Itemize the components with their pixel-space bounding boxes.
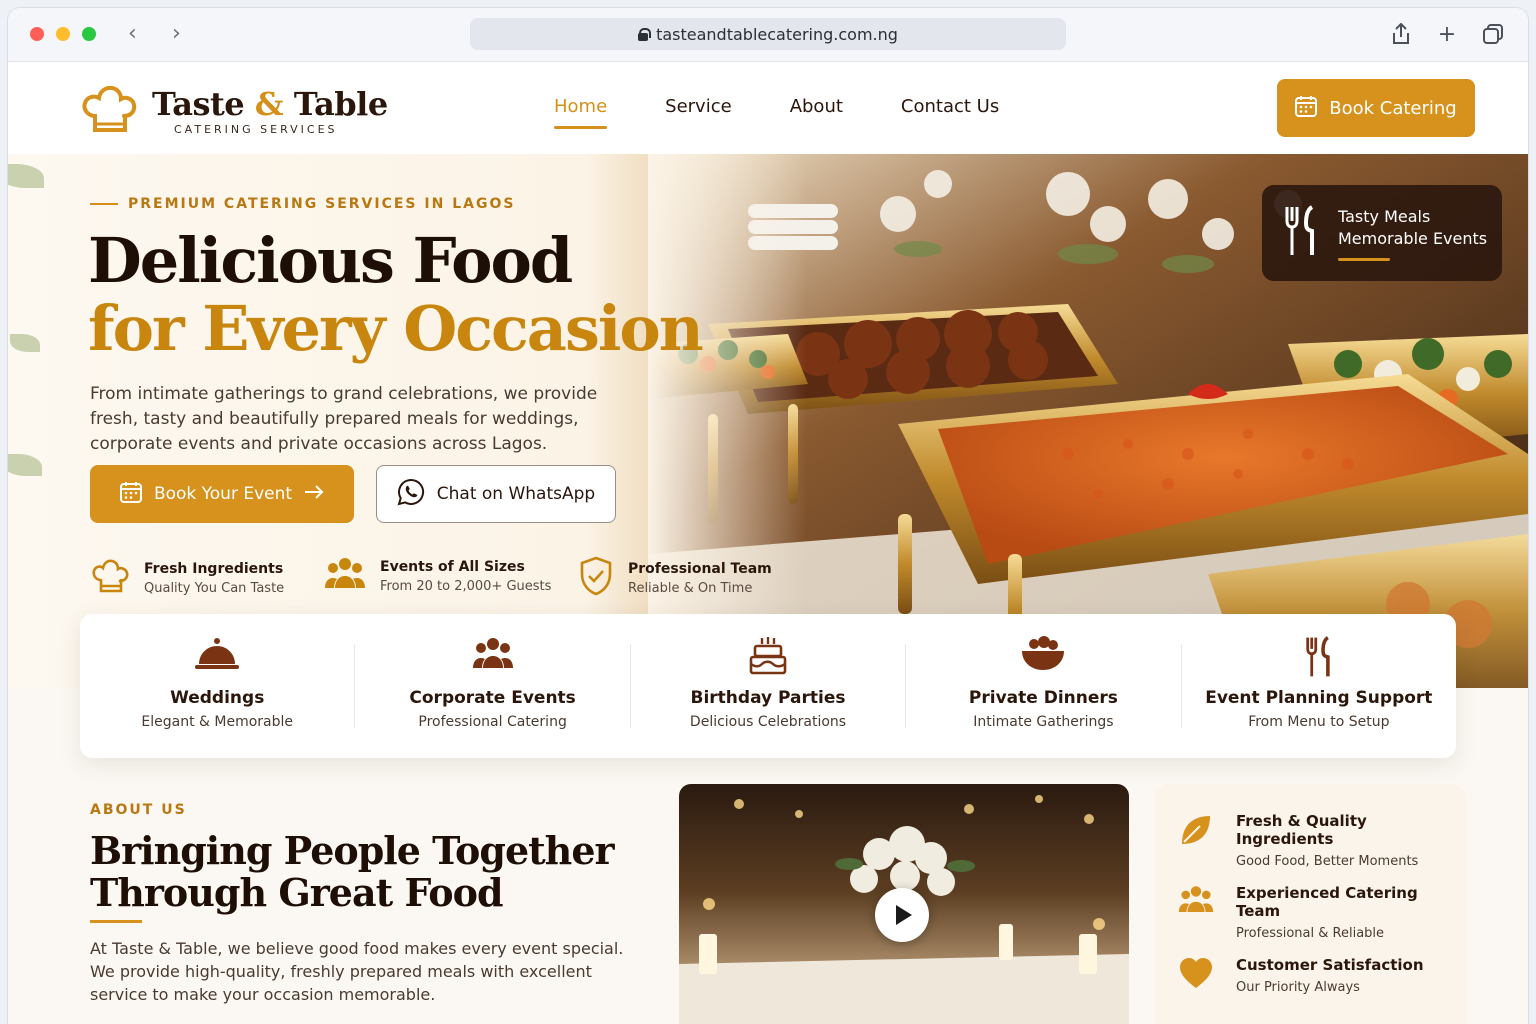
why-title: Fresh & Quality Ingredients (1236, 812, 1367, 848)
leaf-decoration (10, 334, 40, 352)
why-subtitle: Professional & Reliable (1236, 926, 1385, 941)
chat-on-whatsapp-button[interactable]: Chat on WhatsApp (376, 465, 616, 523)
heart-icon (1178, 956, 1214, 994)
service-title: Weddings (170, 688, 265, 708)
service-private-dinners[interactable]: Private Dinners Intimate Gatherings (906, 636, 1182, 730)
hero-title-line2: for Every Occasion (88, 292, 704, 365)
site-header: Taste & Table CATERING SERVICES Home Ser… (8, 62, 1528, 154)
cutlery-icon (1304, 636, 1334, 682)
hero-eyebrow: PREMIUM CATERING SERVICES IN LAGOS (90, 196, 515, 212)
about-title: Bringing People Together Through Great F… (90, 828, 615, 915)
calendar-icon (119, 481, 142, 508)
nav-service[interactable]: Service (665, 96, 732, 117)
hero-description: From intimate gatherings to grand celebr… (90, 384, 598, 454)
service-title: Corporate Events (409, 688, 576, 708)
service-title: Birthday Parties (690, 688, 846, 708)
address-bar[interactable]: tasteandtablecatering.com.ng (470, 18, 1066, 50)
arrow-right-icon (304, 484, 324, 504)
nav-home[interactable]: Home (554, 96, 608, 129)
nav-about[interactable]: About (790, 96, 843, 117)
feature-title: Professional Team (628, 560, 772, 577)
browser-window: ‹ › tasteandtablecatering.com.ng + Taste… (8, 8, 1528, 1024)
book-your-event-button[interactable]: Book Your Event (90, 465, 354, 523)
close-window-button[interactable] (30, 27, 44, 41)
leaf-icon (1178, 812, 1214, 852)
service-title: Private Dinners (968, 688, 1118, 708)
tabs-overview-icon[interactable] (1480, 21, 1506, 47)
hero-title-line1: Delicious Food (88, 224, 573, 297)
overlay-underline (1338, 257, 1390, 261)
book-catering-button[interactable]: Book Catering (1277, 79, 1475, 137)
brand-tagline: CATERING SERVICES (174, 122, 338, 136)
feature-subtitle: Quality You Can Taste (144, 580, 285, 596)
service-subtitle: Professional Catering (418, 714, 567, 730)
why-title: Experienced Catering Team (1236, 884, 1418, 920)
play-icon[interactable] (875, 888, 929, 942)
calendar-icon (1295, 95, 1318, 122)
browser-chrome: ‹ › tasteandtablecatering.com.ng + (8, 8, 1528, 62)
main-nav: Home Service About Contact Us (554, 96, 1057, 129)
service-corporate-events[interactable]: Corporate Events Professional Catering (355, 638, 631, 730)
why-choose-card: Fresh & Quality Ingredients Good Food, B… (1154, 784, 1466, 1024)
about-underline (90, 920, 142, 923)
hero-section: PREMIUM CATERING SERVICES IN LAGOS Delic… (8, 154, 1528, 688)
cake-icon (748, 636, 788, 680)
cutlery-icon (1284, 205, 1318, 261)
overlay-line1: Tasty Meals (1338, 206, 1431, 226)
nav-contact-us[interactable]: Contact Us (901, 96, 999, 117)
service-subtitle: From Menu to Setup (1248, 714, 1390, 730)
bowl-icon (1020, 636, 1066, 676)
why-item-ingredients: Fresh & Quality Ingredients Good Food, B… (1178, 812, 1466, 869)
maximize-window-button[interactable] (82, 27, 96, 41)
about-eyebrow: ABOUT US (90, 802, 187, 818)
share-icon[interactable] (1388, 21, 1414, 47)
about-video[interactable] (679, 784, 1129, 1024)
book-your-event-label: Book Your Event (153, 484, 293, 504)
feature-title: Events of All Sizes (380, 558, 525, 575)
feature-professional-team: Professional Team Reliable & On Time (578, 556, 772, 600)
whatsapp-icon (397, 478, 425, 511)
overlay-line2: Memorable Events (1338, 228, 1488, 248)
leaf-decoration (8, 454, 42, 476)
service-weddings[interactable]: Weddings Elegant & Memorable (80, 638, 356, 730)
why-item-satisfaction: Customer Satisfaction Our Priority Alway… (1178, 956, 1424, 995)
service-event-planning[interactable]: Event Planning Support From Menu to Setu… (1182, 636, 1456, 730)
brand-logo[interactable]: Taste & Table CATERING SERVICES (80, 80, 388, 142)
cloche-icon (194, 636, 240, 676)
why-subtitle: Our Priority Always (1236, 980, 1360, 995)
shield-check-icon (578, 556, 614, 600)
service-subtitle: Intimate Gatherings (973, 714, 1114, 730)
url-text: tasteandtablecatering.com.ng (656, 24, 898, 44)
why-item-team: Experienced Catering Team Professional &… (1178, 884, 1466, 941)
tasty-meals-overlay-card: Tasty Meals Memorable Events (1262, 185, 1502, 281)
chef-hat-logo-icon (80, 80, 138, 142)
why-title: Customer Satisfaction (1236, 956, 1424, 974)
why-subtitle: Good Food, Better Moments (1236, 854, 1419, 869)
service-birthday-parties[interactable]: Birthday Parties Delicious Celebrations (631, 637, 907, 730)
lock-icon (638, 28, 652, 41)
minimize-window-button[interactable] (56, 27, 70, 41)
feature-subtitle: From 20 to 2,000+ Guests (380, 578, 552, 594)
people-icon (470, 636, 516, 676)
people-icon (324, 556, 366, 596)
chef-hat-icon (90, 556, 130, 600)
service-subtitle: Elegant & Memorable (141, 714, 294, 730)
feature-fresh-ingredients: Fresh Ingredients Quality You Can Taste (90, 556, 284, 600)
new-tab-plus-icon[interactable]: + (1434, 21, 1460, 47)
service-subtitle: Delicious Celebrations (689, 714, 847, 730)
back-arrow-icon[interactable]: ‹ (128, 22, 137, 46)
services-strip: Weddings Elegant & Memorable Corporate E… (80, 614, 1456, 758)
about-description: At Taste & Table, we believe good food m… (90, 939, 624, 1004)
leaf-decoration (8, 164, 44, 188)
feature-subtitle: Reliable & On Time (628, 580, 753, 596)
brand-name: Taste & Table (152, 84, 388, 123)
chat-on-whatsapp-label: Chat on WhatsApp (436, 484, 596, 504)
service-title: Event Planning Support (1205, 688, 1433, 708)
feature-events-all-sizes: Events of All Sizes From 20 to 2,000+ Gu… (324, 556, 551, 596)
feature-title: Fresh Ingredients (144, 560, 284, 577)
people-icon (1178, 884, 1214, 920)
forward-arrow-icon[interactable]: › (172, 22, 181, 46)
book-catering-label: Book Catering (1329, 97, 1457, 119)
